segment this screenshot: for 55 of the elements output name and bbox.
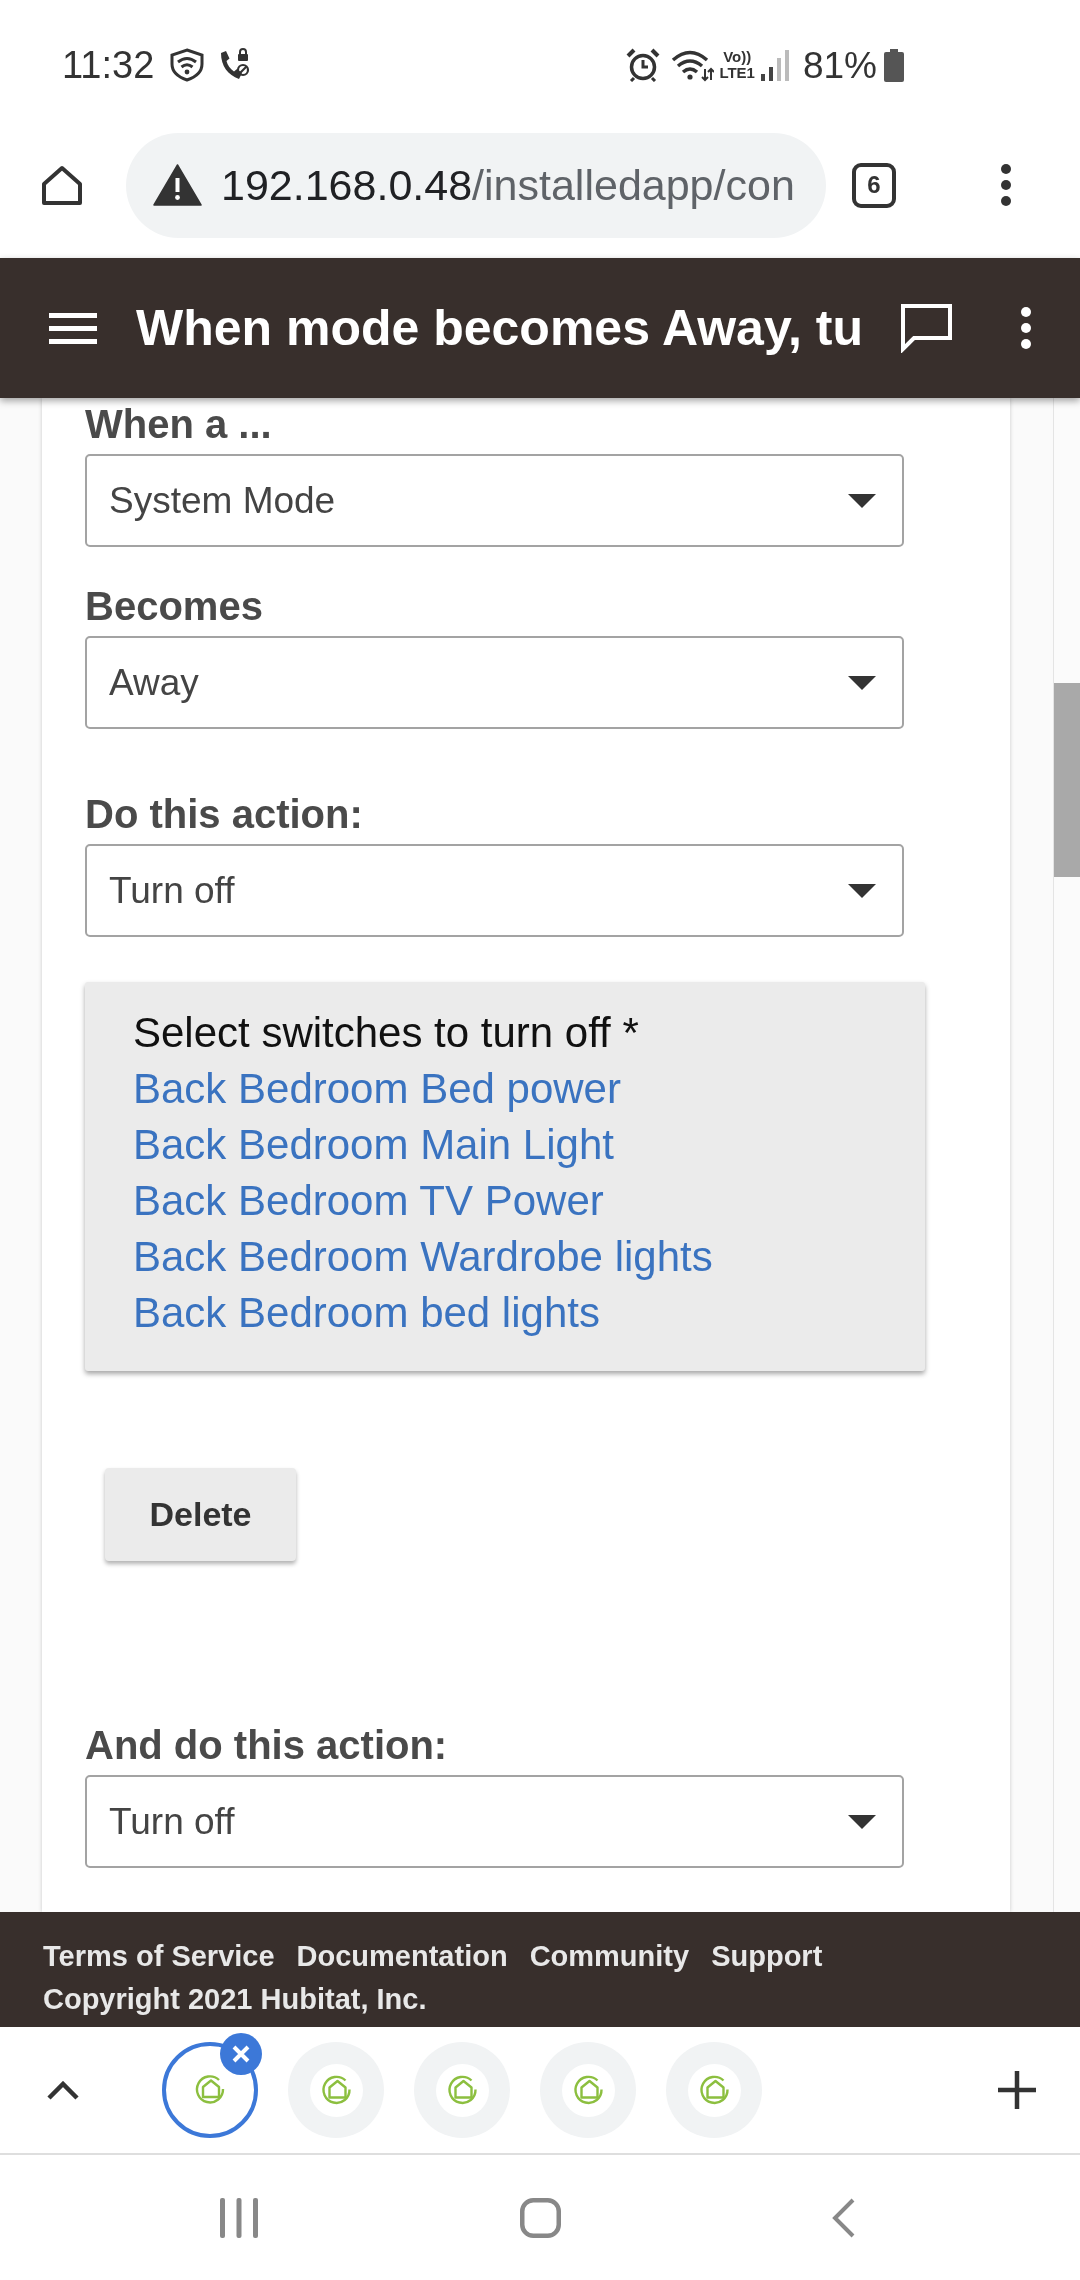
signal-icon [760,49,789,81]
battery-icon [884,48,904,82]
footer-link[interactable]: Support [711,1935,823,1978]
dropdown-field[interactable]: System Mode [85,454,904,547]
rounded-square-icon[interactable] [520,2197,561,2238]
three-bars-icon[interactable] [220,2197,258,2238]
device-link[interactable]: Back Bedroom Wardrobe lights [133,1229,713,1285]
dropdown-field[interactable]: Turn off [85,1775,904,1868]
delete-button[interactable]: Delete [105,1468,296,1561]
chevron-left-icon[interactable] [832,2197,855,2238]
chevron-up-icon[interactable] [47,2080,79,2100]
close-icon[interactable] [220,2033,262,2075]
caret-icon [848,1814,876,1829]
copyright-text: Copyright 2021 Hubitat, Inc. [43,1982,427,2017]
dropdown-field[interactable]: Away [85,636,904,729]
footer-link[interactable]: Terms of Service [43,1935,275,1978]
clock-time: 11:32 [62,46,155,84]
battery-percent: 81% [802,46,877,84]
phone-icon [219,48,251,82]
house-icon [561,2063,615,2117]
house-icon[interactable] [40,163,84,207]
dropdown-field[interactable]: Turn off [85,844,904,937]
address-bar[interactable]: 192.168.0.48/installedapp/con [126,132,826,238]
field-label: Becomes [85,583,263,630]
field-label: And do this action: [85,1722,448,1769]
network-type-label: LTE1 [719,65,755,81]
speech-bubble-icon[interactable] [900,303,953,353]
alarm-clock-icon [626,48,661,82]
field-label: Do this action: [85,791,363,838]
scrollbar-thumb[interactable] [1054,683,1080,877]
caret-icon [848,493,876,508]
device-link[interactable]: Back Bedroom bed lights [133,1285,600,1341]
three-dots-icon[interactable] [1020,306,1032,350]
device-link[interactable]: Back Bedroom Main Light [133,1117,614,1173]
device-link[interactable]: Back Bedroom TV Power [133,1173,604,1229]
warning-icon [153,164,202,206]
house-icon [309,2063,363,2117]
device-link[interactable]: Back Bedroom Bed power [133,1061,621,1117]
plus-icon[interactable] [998,2071,1036,2109]
tab-switcher-button[interactable]: 6 [852,162,896,208]
footer-link[interactable]: Documentation [296,1935,508,1978]
house-icon [687,2063,741,2117]
three-dots-icon[interactable] [1000,163,1012,207]
network-type-label: Vo)) [723,49,752,65]
footer-link[interactable]: Community [529,1935,690,1978]
menu-icon[interactable] [49,312,97,344]
shield-icon [169,48,206,82]
wifi-icon [671,48,715,82]
house-icon [435,2063,489,2117]
list-title: Select switches to turn off * [133,1008,639,1058]
field-label: When a ... [85,401,272,448]
caret-icon [848,883,876,898]
url-text: 192.168.0.48/installedapp/con [221,163,795,207]
caret-icon [848,675,876,690]
page-title: When mode becomes Away, tu [136,303,863,353]
